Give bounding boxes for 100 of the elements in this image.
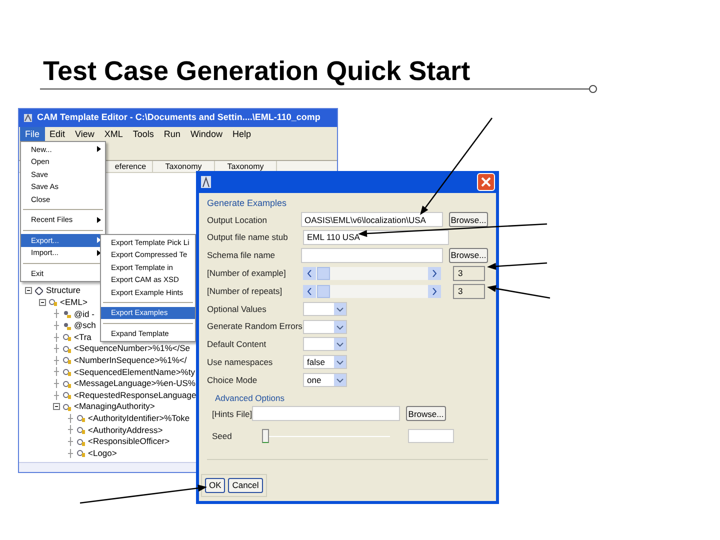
scroll-right-button[interactable] [428, 266, 441, 280]
column-header: eference [109, 161, 153, 172]
tree-node[interactable]: <Tra [74, 330, 92, 344]
field-label: Choice Mode [207, 374, 258, 386]
slider-thumb[interactable] [262, 428, 269, 443]
ok-button[interactable]: OK [205, 478, 226, 493]
tree-node[interactable]: <SequenceNumber>%1%</Se [74, 342, 190, 356]
cancel-button[interactable]: Cancel [228, 478, 263, 493]
input-field[interactable] [408, 428, 454, 443]
tree-line-icon [53, 344, 60, 354]
dropdown-field[interactable] [303, 337, 347, 352]
tree-node[interactable]: Structure [46, 284, 80, 298]
element-node-icon [63, 344, 71, 353]
tree-line-icon [67, 414, 74, 423]
tree-line-icon [53, 309, 60, 318]
slide-title: Test Case Generation Quick Start [43, 58, 470, 85]
app-icon [200, 175, 212, 189]
element-node-icon [49, 298, 57, 306]
tree-line-icon [53, 390, 60, 400]
tree-node[interactable]: <SequencedElementName>%ty [74, 366, 195, 378]
element-node-icon [63, 391, 71, 400]
field-label: Seed [212, 430, 233, 442]
dropdown-field[interactable] [303, 302, 347, 316]
field-label: Use namespaces [207, 356, 274, 369]
tree-line-icon [67, 425, 74, 434]
element-node-icon [77, 414, 85, 422]
chevron-left-icon [307, 288, 312, 295]
dropdown-field[interactable] [303, 320, 347, 334]
scroll-left-button[interactable] [303, 266, 316, 280]
number-field: 3 [453, 266, 485, 281]
tree-node[interactable]: @sch [74, 319, 96, 332]
element-node-icon [63, 356, 71, 364]
field-label: Generate Random Errors [207, 320, 303, 334]
tree-node[interactable]: <MessageLanguage>%en-US% [74, 377, 196, 390]
tree-node[interactable]: <AuthorityIdentifier>%Toke [88, 412, 190, 425]
tree-node[interactable]: <ManagingAuthority> [74, 400, 155, 414]
field-label: [Number of example] [207, 266, 287, 280]
tree-node[interactable]: <AuthorityAddress> [88, 424, 163, 436]
slider-track[interactable] [303, 284, 441, 298]
root-node-icon [35, 286, 43, 295]
element-node-icon [77, 438, 85, 446]
browse-button[interactable]: Browse... [448, 212, 488, 228]
input-field[interactable] [300, 248, 443, 263]
scroll-left-button[interactable] [303, 284, 316, 298]
seed-slider[interactable] [262, 428, 390, 443]
field-label: [Number of repeats] [207, 284, 284, 298]
element-node-icon [63, 333, 71, 342]
tree-node[interactable]: <RequestedResponseLanguage [74, 388, 196, 402]
menu-item[interactable]: Tools [128, 127, 159, 142]
input-field[interactable]: EML 110 USA [303, 230, 449, 246]
menu-item[interactable]: Help [227, 127, 256, 142]
app-icon [23, 113, 33, 123]
scroll-right-button[interactable] [428, 284, 441, 298]
menu-item[interactable]: File [20, 127, 45, 142]
menu-item[interactable]: Window [185, 127, 228, 142]
tree-line-icon [53, 367, 60, 376]
menu-item[interactable]: Edit [44, 127, 70, 142]
tree-node[interactable]: <EML> [60, 296, 88, 309]
close-button[interactable] [477, 173, 495, 191]
dropdown-field[interactable]: false [303, 355, 347, 370]
field-label: Schema file name [207, 249, 276, 262]
slider-track[interactable] [303, 266, 441, 280]
collapse-icon [39, 298, 46, 306]
menu-item[interactable]: XML [99, 127, 128, 142]
tree-node[interactable]: <NumberInSequence>%1%</ [74, 354, 187, 367]
field-label: Optional Values [207, 302, 268, 316]
chevron-right-icon [432, 270, 437, 277]
group-title: Advanced Options [214, 392, 286, 405]
slider-thumb[interactable] [317, 266, 330, 280]
tree-node[interactable]: <Logo> [88, 446, 117, 460]
dropdown-field[interactable]: one [303, 373, 347, 388]
browse-button[interactable]: Browse... [448, 248, 488, 263]
attribute-node-icon [63, 310, 71, 318]
element-node-icon [77, 426, 85, 434]
element-node-icon [63, 368, 71, 376]
menu-item[interactable]: View [70, 127, 100, 142]
chevron-right-icon [432, 288, 437, 295]
tree-line-icon [67, 448, 74, 458]
window-title: CAM Template Editor - C:\Documents and Settin....\EML-110_comp [37, 111, 320, 124]
field-label: Output Location [207, 214, 268, 226]
collapse-icon [25, 287, 32, 294]
input-field[interactable] [252, 406, 400, 422]
element-node-icon [63, 402, 71, 411]
input-field[interactable]: OASIS\EML\v6\localization\USA [300, 212, 443, 228]
menu-item[interactable]: Run [158, 127, 186, 142]
tree-node[interactable]: <ResponsibleOfficer> [88, 435, 170, 448]
dropdown-value: false [307, 356, 325, 369]
field-label: Default Content [207, 338, 268, 351]
tree-node[interactable]: @id - [74, 308, 94, 320]
pointer-arrow [487, 262, 548, 270]
browse-button[interactable]: Browse... [406, 406, 446, 422]
section-title: Generate Examples [207, 196, 288, 210]
attribute-node-icon [63, 322, 71, 330]
slider-thumb[interactable] [317, 284, 330, 298]
collapse-icon [53, 403, 60, 410]
pointer-arrow [487, 285, 550, 299]
chevron-left-icon [307, 270, 312, 277]
tree-line-icon [53, 356, 60, 365]
tree-line-icon [67, 437, 74, 446]
close-icon [481, 177, 491, 187]
